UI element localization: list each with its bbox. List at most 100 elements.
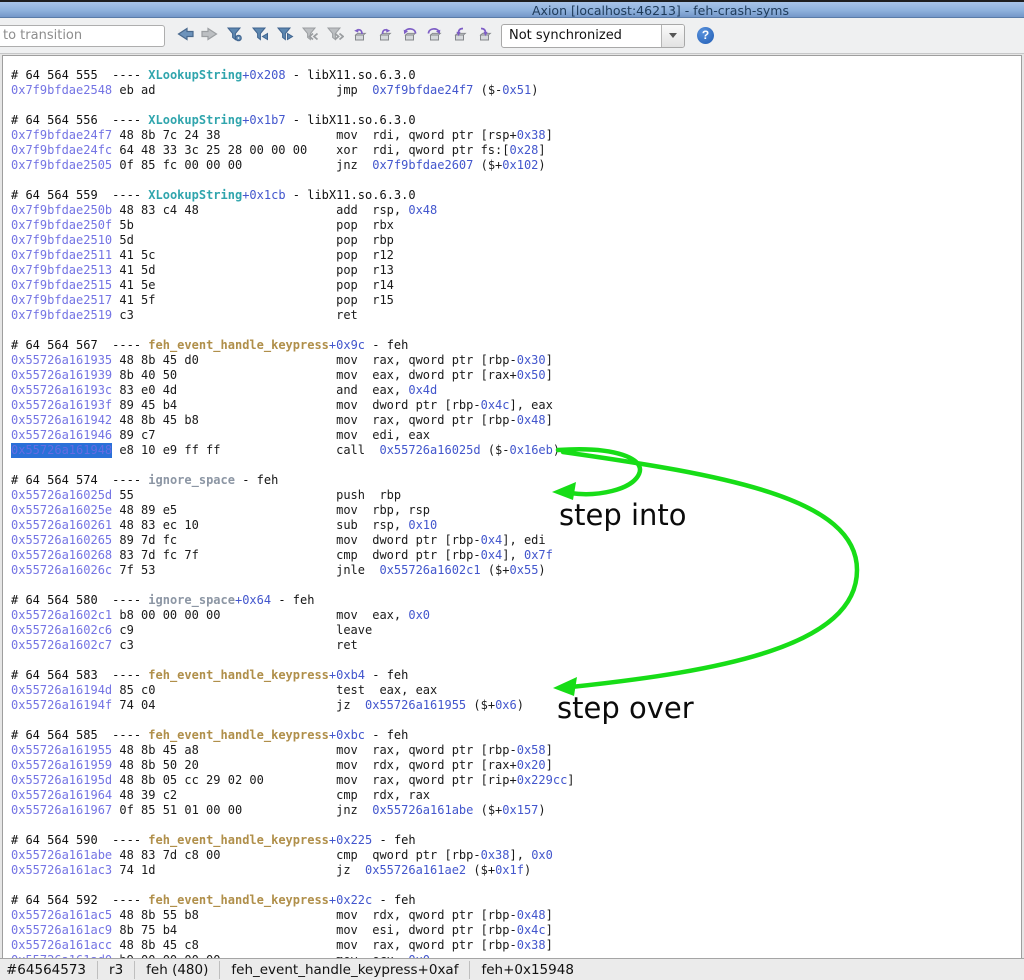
status-recording: r3: [97, 961, 134, 979]
disasm-block: # 64 564 585 ---- feh_event_handle_keypr…: [11, 728, 1021, 818]
instruction-row[interactable]: 0x7f9bfdae25105dpop rbp: [11, 233, 1021, 248]
instruction-text: test eax, eax: [336, 683, 437, 697]
dropdown-arrow-button[interactable]: [661, 25, 684, 47]
help-button[interactable]: ?: [697, 27, 714, 44]
instruction-bytes: 48 8b 45 d0: [119, 353, 336, 368]
instruction-row[interactable]: 0x7f9bfdae251141 5cpop r12: [11, 248, 1021, 263]
instruction-row[interactable]: 0x55726a16026c7f 53jnle 0x55726a1602c1 (…: [11, 563, 1021, 578]
instruction-row[interactable]: 0x55726a16025e48 89 e5mov rbp, rsp: [11, 503, 1021, 518]
instruction-row[interactable]: 0x55726a1619670f 85 51 01 00 00jnz 0x557…: [11, 803, 1021, 818]
instruction-row[interactable]: 0x55726a16025d55push rbp: [11, 488, 1021, 503]
instruction-text: jnle 0x55726a1602c1 ($+0x55): [336, 563, 546, 577]
instruction-row[interactable]: 0x7f9bfdae24fc64 48 33 3c 25 28 00 00 00…: [11, 143, 1021, 158]
block-header: # 64 564 590 ---- feh_event_handle_keypr…: [11, 833, 1021, 848]
instruction-row[interactable]: 0x55726a161948e8 10 e9 ff ffcall 0x55726…: [11, 443, 1021, 458]
forward-button: [197, 23, 222, 49]
instruction-row[interactable]: 0x55726a16193f89 45 b4mov dword ptr [rbp…: [11, 398, 1021, 413]
back-button[interactable]: [172, 23, 197, 49]
instruction-text: mov rax, qword ptr [rip+0x229cc]: [336, 773, 574, 787]
instruction-bytes: 48 83 ec 10: [119, 518, 336, 533]
instruction-bytes: 48 83 c4 48: [119, 203, 336, 218]
instruction-text: pop rbx: [336, 218, 394, 232]
instruction-row[interactable]: 0x55726a16194248 8b 45 b8mov rax, qword …: [11, 413, 1021, 428]
instruction-text: mov esi, dword ptr [rbp-0x4c]: [336, 923, 553, 937]
disasm-block: # 64 564 567 ---- feh_event_handle_keypr…: [11, 338, 1021, 458]
disassembly-view[interactable]: # 64 564 555 ---- XLookupString+0x208 - …: [2, 55, 1022, 958]
step-over-forward-button[interactable]: [422, 23, 447, 49]
instruction-row[interactable]: 0x55726a16026883 7d fc 7fcmp dword ptr […: [11, 548, 1021, 563]
instruction-text: sub rsp, 0x10: [336, 518, 437, 532]
instruction-row[interactable]: 0x55726a161ac374 1djz 0x55726a161ae2 ($+…: [11, 863, 1021, 878]
filter-settings-button[interactable]: [222, 23, 247, 49]
step-into-forward-button[interactable]: [472, 23, 497, 49]
instruction-text: cmp rdx, rax: [336, 788, 430, 802]
instruction-row[interactable]: 0x55726a16193c83 e0 4dand eax, 0x4d: [11, 383, 1021, 398]
instruction-row[interactable]: 0x55726a1602c7c3ret: [11, 638, 1021, 653]
instruction-address: 0x7f9bfdae24f7: [11, 128, 112, 143]
instruction-row[interactable]: 0x55726a161ac98b 75 b4mov esi, dword ptr…: [11, 923, 1021, 938]
window-title: Axion [localhost:46213] - feh-crash-syms: [532, 3, 789, 18]
instruction-row[interactable]: 0x55726a16193548 8b 45 d0mov rax, qword …: [11, 353, 1021, 368]
step-out-forward-button[interactable]: [372, 23, 397, 49]
instruction-row[interactable]: 0x55726a161ac548 8b 55 b8mov rdx, qword …: [11, 908, 1021, 923]
instruction-bytes: 41 5f: [119, 293, 336, 308]
sync-mode-dropdown[interactable]: Not synchronized: [501, 24, 685, 48]
instruction-address: 0x55726a161ac9: [11, 923, 112, 938]
instruction-text: jmp 0x7f9bfdae24f7 ($-0x51): [336, 83, 538, 97]
instruction-row[interactable]: 0x7f9bfdae251741 5fpop r15: [11, 293, 1021, 308]
instruction-row[interactable]: 0x55726a1602c6c9leave: [11, 623, 1021, 638]
instruction-row[interactable]: 0x7f9bfdae250b48 83 c4 48add rsp, 0x48: [11, 203, 1021, 218]
status-bar: #64564573r3feh (480)feh_event_handle_key…: [0, 958, 1024, 980]
instruction-row[interactable]: 0x7f9bfdae250f5bpop rbx: [11, 218, 1021, 233]
instruction-row[interactable]: 0x55726a161acc 48 8b 45 c8mov rax, qword …: [11, 938, 1021, 953]
instruction-row[interactable]: 0x55726a16195948 8b 50 20mov rdx, qword …: [11, 758, 1021, 773]
step-out-back-button[interactable]: [347, 23, 372, 49]
instruction-bytes: c3: [119, 308, 336, 323]
instruction-row[interactable]: 0x55726a16195548 8b 45 a8mov rax, qword …: [11, 743, 1021, 758]
instruction-text: cmp qword ptr [rbp-0x38], 0x0: [336, 848, 553, 862]
instruction-bytes: 74 1d: [119, 863, 336, 878]
instruction-text: mov edi, eax: [336, 428, 430, 442]
instruction-row[interactable]: 0x55726a1602c1b8 00 00 00 00mov eax, 0x0: [11, 608, 1021, 623]
funnel-gear-icon: [226, 25, 244, 46]
arrow-right-icon: [199, 25, 221, 46]
instruction-address: 0x55726a161abe: [11, 848, 112, 863]
instruction-row[interactable]: 0x55726a16194689 c7mov edi, eax: [11, 428, 1021, 443]
instruction-address: 0x55726a161acc: [11, 938, 112, 953]
instruction-row[interactable]: 0x7f9bfdae2548eb adjmp 0x7f9bfdae24f7 ($…: [11, 83, 1021, 98]
step-over-back-button[interactable]: [397, 23, 422, 49]
instruction-row[interactable]: 0x55726a1619398b 40 50mov eax, dword ptr…: [11, 368, 1021, 383]
filter-prev-button[interactable]: [247, 23, 272, 49]
block-header: # 64 564 555 ---- XLookupString+0x208 - …: [11, 68, 1021, 83]
instruction-row[interactable]: 0x55726a16026148 83 ec 10sub rsp, 0x10: [11, 518, 1021, 533]
instruction-row[interactable]: 0x55726a16026589 7d fcmov dword ptr [rbp…: [11, 533, 1021, 548]
block-header: # 64 564 574 ---- ignore_space - feh: [11, 473, 1021, 488]
disasm-block: # 64 564 574 ---- ignore_space - feh0x55…: [11, 473, 1021, 578]
instruction-text: xor rdi, qword ptr fs:[0x28]: [336, 143, 546, 157]
instruction-row[interactable]: 0x7f9bfdae2519c3ret: [11, 308, 1021, 323]
goto-transition-input[interactable]: [0, 25, 165, 47]
instruction-row[interactable]: 0x55726a161abe48 83 7d c8 00cmp qword pt…: [11, 848, 1021, 863]
instruction-row[interactable]: 0x55726a16194f74 04jz 0x55726a161955 ($+…: [11, 698, 1021, 713]
instruction-row[interactable]: 0x7f9bfdae251541 5epop r14: [11, 278, 1021, 293]
instruction-row[interactable]: 0x55726a16196448 39 c2cmp rdx, rax: [11, 788, 1021, 803]
instruction-bytes: 48 39 c2: [119, 788, 336, 803]
sync-mode-value: Not synchronized: [502, 25, 661, 47]
step-over-label: step over: [557, 691, 694, 725]
instruction-address: 0x55726a16025d: [11, 488, 112, 503]
instruction-bytes: 0f 85 fc 00 00 00: [119, 158, 336, 173]
instruction-text: mov rax, qword ptr [rbp-0x38]: [336, 938, 553, 952]
instruction-row[interactable]: 0x55726a16194d85 c0test eax, eax: [11, 683, 1021, 698]
instruction-bytes: c9: [119, 623, 336, 638]
instruction-row[interactable]: 0x7f9bfdae251341 5dpop r13: [11, 263, 1021, 278]
instruction-row[interactable]: 0x7f9bfdae24f748 8b 7c 24 38mov rdi, qwo…: [11, 128, 1021, 143]
instruction-row[interactable]: 0x55726a16195d48 8b 05 cc 29 02 00mov ra…: [11, 773, 1021, 788]
filter-next-button[interactable]: [272, 23, 297, 49]
instruction-bytes: 48 8b 45 c8: [119, 938, 336, 953]
disasm-block: # 64 564 580 ---- ignore_space+0x64 - fe…: [11, 593, 1021, 653]
instruction-bytes: 74 04: [119, 698, 336, 713]
step-into-back-button[interactable]: [447, 23, 472, 49]
instruction-row[interactable]: 0x7f9bfdae25050f 85 fc 00 00 00jnz 0x7f9…: [11, 158, 1021, 173]
status-symbol: feh_event_handle_keypress+0xaf: [219, 961, 469, 979]
box-arrow-over-right-icon: [426, 26, 443, 46]
